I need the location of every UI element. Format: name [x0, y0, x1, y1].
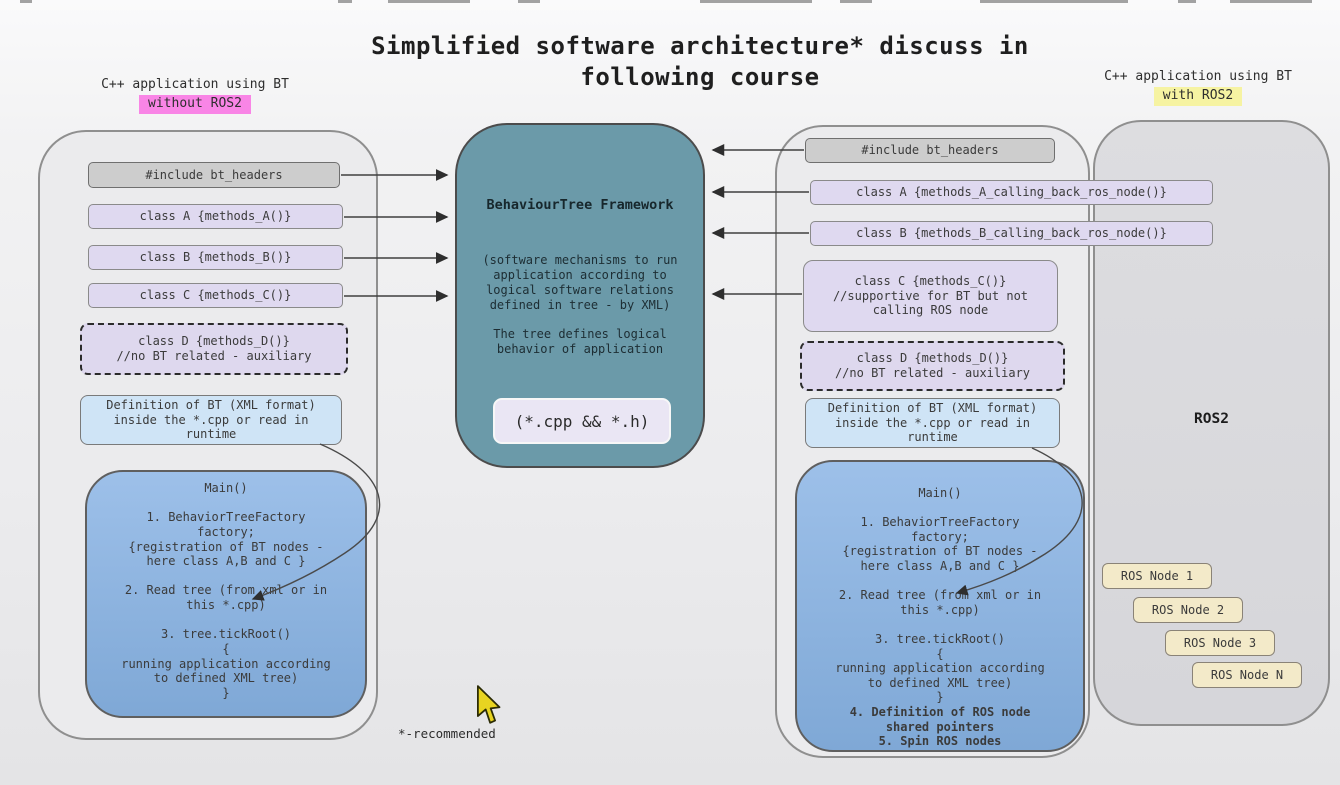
- top-edge-artifact: [518, 0, 540, 3]
- right-column-header: C++ application using BT with ROS2: [1058, 68, 1338, 106]
- bt-framework-files-box: (*.cpp && *.h): [493, 398, 671, 444]
- left-class-c-box: class C {methods_C()}: [88, 283, 343, 308]
- ros-node-2: ROS Node 2: [1133, 597, 1243, 623]
- ros-node-n: ROS Node N: [1192, 662, 1302, 688]
- top-edge-artifact: [700, 0, 812, 3]
- right-definition-box: Definition of BT (XML format) inside the…: [805, 398, 1060, 448]
- right-main-ros-steps: 4. Definition of ROS node shared pointer…: [797, 705, 1083, 749]
- left-include-box: #include bt_headers: [88, 162, 340, 188]
- right-column-highlight: with ROS2: [1154, 87, 1242, 106]
- right-include-box: #include bt_headers: [805, 138, 1055, 163]
- top-edge-artifact: [1178, 0, 1196, 3]
- left-column-header: C++ application using BT without ROS2: [55, 76, 335, 114]
- right-class-c-box: class C {methods_C()} //supportive for B…: [803, 260, 1058, 332]
- left-class-a-box: class A {methods_A()}: [88, 204, 343, 229]
- right-class-a-box: class A {methods_A_calling_back_ros_node…: [810, 180, 1213, 205]
- slide-title: Simplified software architecture* discus…: [340, 31, 1060, 93]
- bt-framework-tree-note: The tree defines logical behavior of app…: [457, 327, 703, 357]
- left-column-highlight: without ROS2: [139, 95, 251, 114]
- top-edge-artifact: [20, 0, 32, 3]
- left-definition-box: Definition of BT (XML format) inside the…: [80, 395, 342, 445]
- slide-canvas: Simplified software architecture* discus…: [0, 0, 1340, 785]
- ros2-title: ROS2: [1093, 411, 1330, 427]
- bt-framework-description: (software mechanisms to run application …: [457, 253, 703, 313]
- top-edge-artifact: [980, 0, 1128, 3]
- top-edge-artifact: [338, 0, 352, 3]
- mouse-cursor-icon: [474, 685, 504, 725]
- ros-node-3: ROS Node 3: [1165, 630, 1275, 656]
- left-main-box: Main() 1. BehaviorTreeFactory factory; {…: [85, 470, 367, 718]
- ros-node-1: ROS Node 1: [1102, 563, 1212, 589]
- left-class-d-box: class D {methods_D()} //no BT related - …: [80, 323, 348, 375]
- right-class-b-box: class B {methods_B_calling_back_ros_node…: [810, 221, 1213, 246]
- right-main-box: Main() 1. BehaviorTreeFactory factory; {…: [795, 460, 1085, 752]
- bt-framework-title: BehaviourTree Framework: [457, 197, 703, 213]
- top-edge-artifact: [840, 0, 872, 3]
- bt-framework-box: BehaviourTree Framework (software mechan…: [455, 123, 705, 468]
- top-edge-artifact: [1230, 0, 1312, 3]
- right-main-text: Main() 1. BehaviorTreeFactory factory; {…: [835, 486, 1045, 705]
- footnote-recommended: *-recommended: [398, 726, 496, 741]
- top-edge-artifact: [388, 0, 470, 3]
- left-class-b-box: class B {methods_B()}: [88, 245, 343, 270]
- right-class-d-box: class D {methods_D()} //no BT related - …: [800, 341, 1065, 391]
- right-column-header-text: C++ application using BT: [1058, 68, 1338, 87]
- left-column-header-text: C++ application using BT: [55, 76, 335, 95]
